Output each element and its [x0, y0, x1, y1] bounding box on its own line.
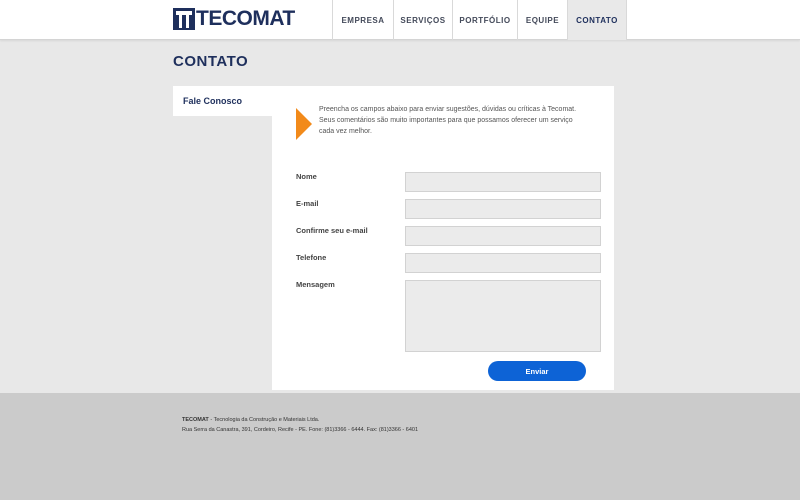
name-field[interactable] [405, 172, 601, 192]
message-textarea[interactable] [405, 280, 601, 352]
site-header: TECOMAT EMPRESA SERVIÇOS PORTFÓLIO EQUIP… [0, 0, 800, 40]
footer-company-name: TECOMAT [182, 417, 209, 423]
main-nav: EMPRESA SERVIÇOS PORTFÓLIO EQUIPE CONTAT… [332, 0, 627, 40]
nav-item-portfolio[interactable]: PORTFÓLIO [452, 0, 517, 40]
confirm-email-field[interactable] [405, 226, 601, 246]
site-footer: TECOMAT - Tecnologia da Construção e Mat… [0, 393, 800, 500]
site-logo[interactable]: TECOMAT [173, 8, 295, 30]
intro-line-2: Seus comentários são muito importantes p… [319, 117, 573, 135]
field-label: Confirme seu e-mail [296, 226, 368, 235]
email-field[interactable] [405, 199, 601, 219]
footer-company-desc: - Tecnologia da Construção e Materiais L… [208, 417, 320, 423]
field-label: Mensagem [296, 280, 335, 289]
field-label: E-mail [296, 199, 319, 208]
sidebar-item-fale-conosco[interactable]: Fale Conosco [173, 86, 272, 116]
page-title: CONTATO [173, 53, 249, 70]
footer-address: Rua Serra da Canastra, 391, Cordeiro, Re… [182, 427, 419, 433]
arrow-icon [296, 108, 312, 140]
phone-field[interactable] [405, 253, 601, 273]
nav-item-contato[interactable]: CONTATO [567, 0, 627, 40]
field-label: Telefone [296, 253, 327, 262]
nav-item-empresa[interactable]: EMPRESA [332, 0, 393, 40]
contact-panel: Preencha os campos abaixo para enviar su… [272, 86, 614, 390]
nav-item-servicos[interactable]: SERVIÇOS [393, 0, 452, 40]
footer-company-line: TECOMAT - Tecnologia da Construção e Mat… [182, 417, 319, 423]
send-button[interactable]: Enviar [488, 361, 586, 381]
logo-text: TECOMAT [196, 7, 295, 30]
logo-icon [173, 8, 195, 30]
nav-item-equipe[interactable]: EQUIPE [517, 0, 567, 40]
intro-text: Preencha os campos abaixo para enviar su… [319, 104, 589, 137]
intro-line-1: Preencha os campos abaixo para enviar su… [319, 106, 577, 113]
field-label: Nome [296, 172, 317, 181]
